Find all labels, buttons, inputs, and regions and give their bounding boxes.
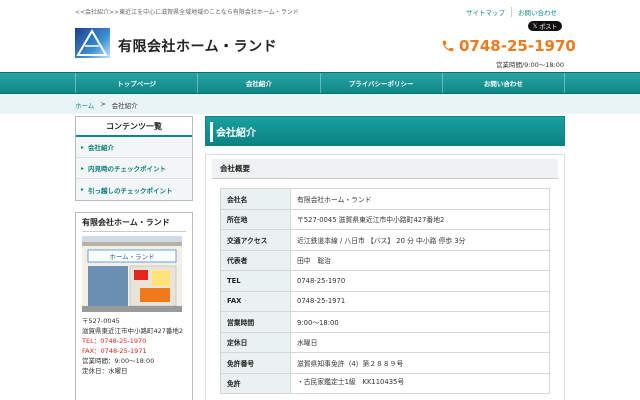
svg-text:ホーム・ランド: ホーム・ランド [109,253,154,261]
header-phone[interactable]: 0748-25-1970 [441,37,576,55]
row-value: ・古民家鑑定士1級 KK110435号 [290,372,550,394]
nav-top[interactable]: トップページ [75,73,197,93]
sidebar: コンテンツ一覧 ▸ 会社紹介 ▸ 内見時のチェックポイント ▸ 引っ越しのチェッ… [75,116,193,201]
table-row: 代表者 田中 聡治 [220,249,550,271]
table-row: 会社名 有限会社ホーム・ランド [220,188,550,210]
global-nav: トップページ 会社紹介 プライバシーポリシー お問い合わせ [0,72,640,94]
sidebar-item-label: 会社紹介 [88,144,115,152]
company-hours: 営業時間：9:00～18:00 [82,357,155,365]
table-row: TEL 0748-25-1970 [220,270,550,292]
sidebar-item-label: 内見時のチェックポイント [88,165,167,173]
contact-link[interactable]: お問い合わせ [511,7,563,17]
company-holiday: 定休日：水曜日 [82,367,128,375]
x-post-label: ポスト [539,23,558,31]
table-row: 定休日 水曜日 [220,331,550,353]
section-title: 会社概要 [212,159,558,179]
row-label: 交通アクセス [220,229,291,251]
logo[interactable] [75,28,110,58]
row-value: 0748-25-1970 [290,270,550,292]
row-value: 0748-25-1971 [290,290,550,312]
breadcrumb: ホーム > 会社紹介 [75,100,138,110]
nav-contact[interactable]: お問い合わせ [441,73,565,93]
company-fax: FAX：0748-25-1971 [82,347,147,355]
brand-name[interactable]: 有限会社ホーム・ランド [118,36,277,56]
shop-photo: ホーム・ランド [82,236,182,312]
arrow-right-icon: ▸ [81,186,85,193]
company-address-block: 〒527-0045 滋賀県東近江市中小路町427番地2 TEL：0748-25-… [82,316,186,376]
row-label: 所在地 [220,208,291,230]
row-label: 免許 [220,372,291,394]
sidebar-item-label: 引っ越しのチェックポイント [88,186,173,195]
company-overview-panel: 会社概要 会社名 有限会社ホーム・ランド 所在地 〒527-0045 滋賀県東近江市… [205,154,565,400]
row-value: 田中 聡治 [290,249,550,271]
main-content: 会社紹介 会社概要 会社名 有限会社ホーム・ランド 所在地 〒527-0045 滋賀… [205,116,565,400]
sidebar-item-company[interactable]: ▸ 会社紹介 [76,137,192,158]
table-row: 免許 ・古民家鑑定士1級 KK110435号 [220,372,550,394]
contents-menu: コンテンツ一覧 ▸ 会社紹介 ▸ 内見時のチェックポイント ▸ 引っ越しのチェッ… [75,116,193,201]
company-info-box: 有限会社ホーム・ランド ホーム・ランド 〒527-0045 滋賀県東近江市中小路… [75,212,193,400]
row-value: 近江鉄道本線 / 八日市 【バス】 20 分 中小路 停歩 3分 [290,229,550,251]
logo-mark-icon [76,29,108,56]
nav-privacy[interactable]: プライバシーポリシー [319,73,442,93]
page-title: 会社紹介 [205,116,565,146]
company-zip: 〒527-0045 [82,317,120,325]
header-tagline: <<会社紹介>>東近江を中心に滋賀県全域地域のことなら有限会社ホーム・ランド [75,9,299,16]
phone-number: 0748-25-1970 [459,37,576,55]
row-label: TEL [220,270,291,292]
row-label: 営業時間 [220,311,291,333]
row-label: 会社名 [220,188,291,210]
phone-icon [442,40,454,52]
sitemap-link[interactable]: サイトマップ [460,7,511,17]
arrow-right-icon: ▸ [81,164,85,172]
company-overview-table: 会社名 有限会社ホーム・ランド 所在地 〒527-0045 滋賀県東近江市中小路町4… [220,188,550,394]
breadcrumb-separator: > [100,100,106,108]
table-row: 営業時間 9:00～18:00 [220,311,550,333]
top-links: サイトマップ お問い合わせ [460,7,563,17]
sidebar-item-moving-checkpoints[interactable]: ▸ 引っ越しのチェックポイント [76,179,192,200]
company-info-name: 有限会社ホーム・ランド [82,217,186,232]
row-label: 代表者 [220,249,291,271]
sidebar-item-viewing-checkpoints[interactable]: ▸ 内見時のチェックポイント [76,158,192,179]
row-value: 〒527-0045 滋賀県東近江市中小路町427番地2 [290,208,550,230]
contents-menu-title: コンテンツ一覧 [76,117,192,137]
row-label: 免許番号 [220,352,291,374]
table-row: 交通アクセス 近江鉄道本線 / 八日市 【バス】 20 分 中小路 停歩 3分 [220,229,550,251]
row-value: 滋賀県知事免許（4）第２８８９号 [290,352,550,374]
table-row: 免許番号 滋賀県知事免許（4）第２８８９号 [220,352,550,374]
row-label: FAX [220,290,291,312]
table-row: FAX 0748-25-1971 [220,290,550,312]
row-value: 有限会社ホーム・ランド [290,188,550,210]
arrow-right-icon: ▸ [81,143,85,151]
row-value: 9:00～18:00 [290,311,550,333]
table-row: 所在地 〒527-0045 滋賀県東近江市中小路町427番地2 [220,208,550,230]
row-value: 水曜日 [290,331,550,353]
company-tel[interactable]: TEL：0748-25-1970 [82,336,186,346]
breadcrumb-home[interactable]: ホーム [75,100,94,110]
nav-company[interactable]: 会社紹介 [197,73,319,93]
x-icon: 𝕏 [532,22,538,30]
breadcrumb-current: 会社紹介 [111,102,138,110]
x-post-button[interactable]: 𝕏 ポスト [528,21,562,31]
row-label: 定休日 [220,331,291,353]
header-hours: 営業時間/9:00～18:00 [495,61,564,69]
company-address: 滋賀県東近江市中小路町427番地2 [82,327,184,335]
